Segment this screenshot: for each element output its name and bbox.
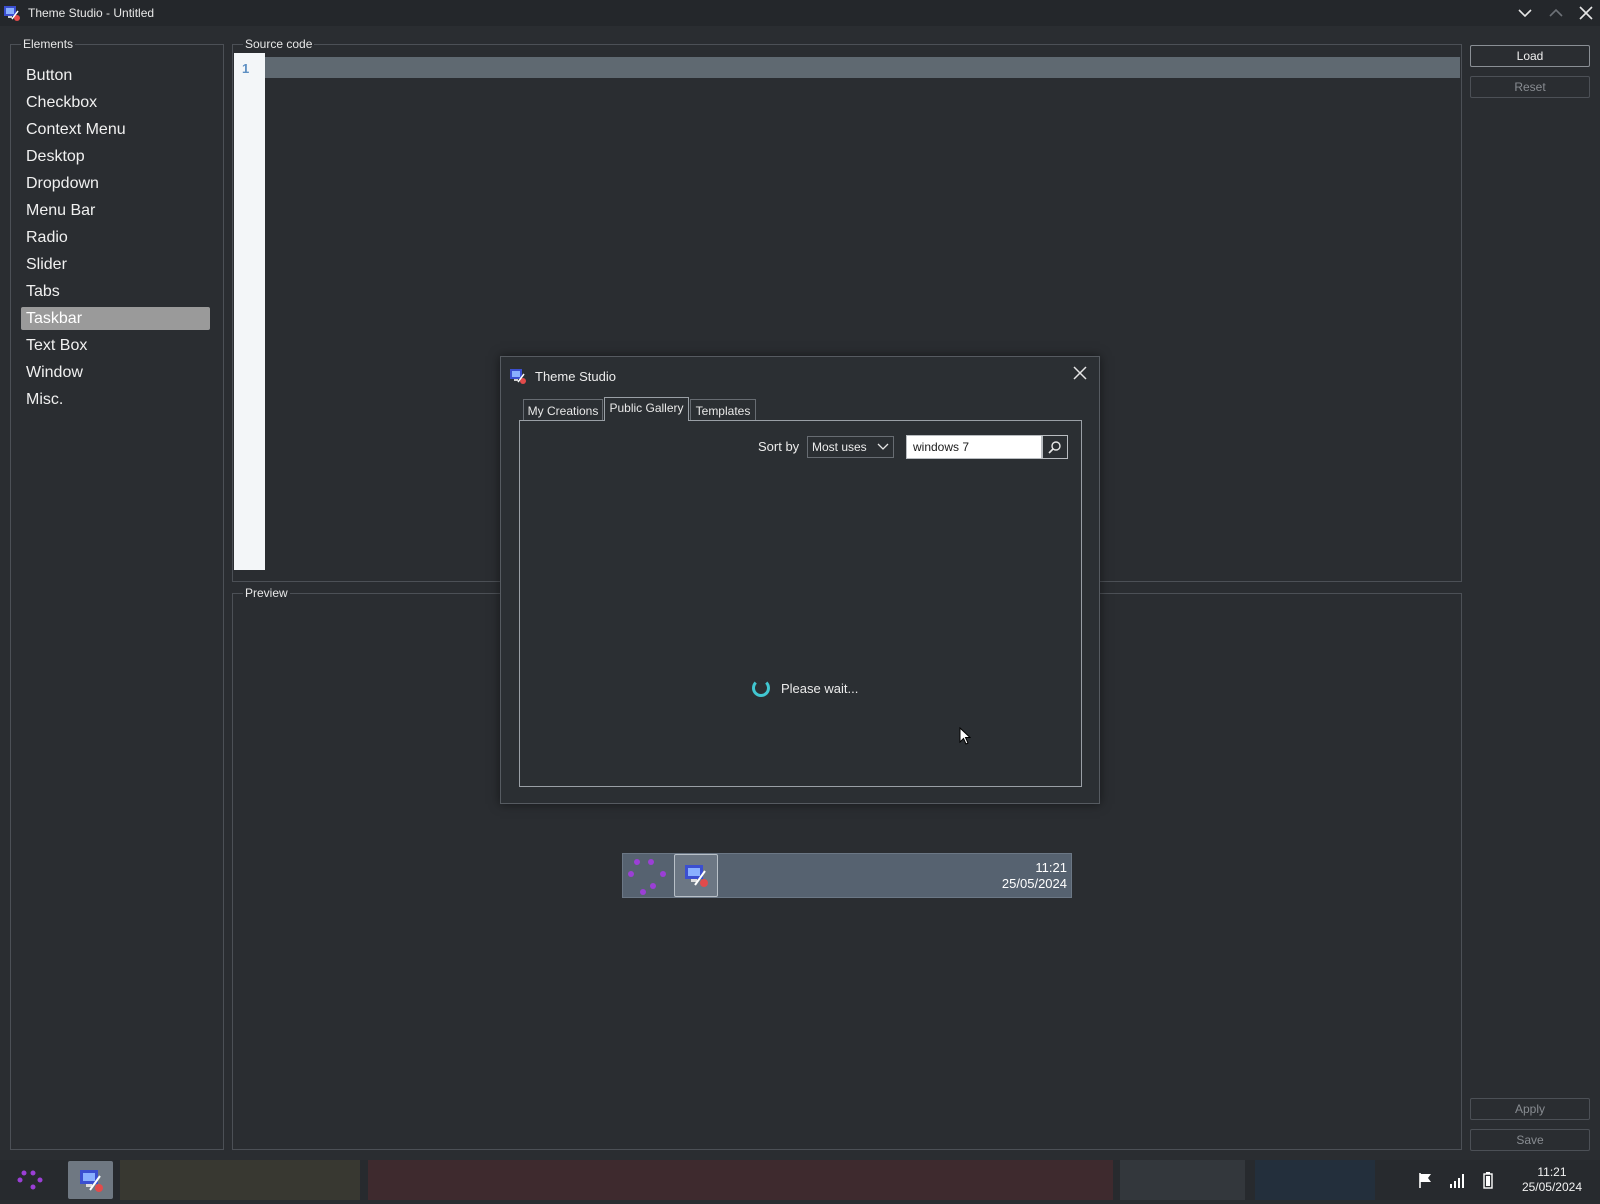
- system-date: 25/05/2024: [1521, 1180, 1582, 1194]
- signal-icon[interactable]: [1449, 1171, 1467, 1189]
- close-icon: [1579, 6, 1593, 20]
- sort-by-label: Sort by: [758, 439, 800, 454]
- app-icon: [510, 369, 526, 384]
- element-item-dropdown[interactable]: Dropdown: [21, 172, 210, 195]
- sort-by-dropdown[interactable]: Most uses: [807, 436, 894, 458]
- elements-panel: Elements Button Checkbox Context Menu De…: [10, 37, 224, 1150]
- preview-taskbar: 11:21 25/05/2024: [622, 853, 1072, 898]
- element-item-slider[interactable]: Slider: [21, 253, 210, 276]
- chevron-down-icon: [1518, 9, 1532, 18]
- system-clock[interactable]: 11:21 25/05/2024: [1522, 1165, 1582, 1195]
- search-icon: [1048, 441, 1061, 454]
- taskbar-background-segment: [120, 1160, 360, 1200]
- loading-status: Please wait...: [781, 681, 859, 696]
- battery-icon[interactable]: [1479, 1171, 1497, 1189]
- preview-time: 11:21: [1035, 860, 1067, 875]
- theme-studio-icon: [80, 1170, 103, 1192]
- tab-templates[interactable]: Templates: [690, 399, 756, 421]
- element-item-button[interactable]: Button: [21, 64, 210, 87]
- close-button[interactable]: [1575, 2, 1597, 24]
- element-item-misc[interactable]: Misc.: [21, 388, 210, 411]
- close-icon: [1073, 366, 1087, 380]
- taskbar-background-segment: [1255, 1160, 1375, 1200]
- preview-app-button: [674, 854, 718, 897]
- mouse-cursor-icon: [959, 727, 971, 745]
- element-item-menu-bar[interactable]: Menu Bar: [21, 199, 210, 222]
- element-item-taskbar[interactable]: Taskbar: [21, 307, 210, 330]
- window-title: Theme Studio - Untitled: [28, 6, 155, 20]
- preview-date: 25/05/2024: [1001, 876, 1067, 891]
- element-item-desktop[interactable]: Desktop: [21, 145, 210, 168]
- maximize-button[interactable]: [1545, 2, 1567, 24]
- code-editor-current-line[interactable]: [265, 57, 1460, 78]
- start-button-icon[interactable]: [16, 1168, 44, 1192]
- element-item-radio[interactable]: Radio: [21, 226, 210, 249]
- line-number-gutter: 1: [234, 53, 265, 570]
- element-item-text-box[interactable]: Text Box: [21, 334, 210, 357]
- save-button[interactable]: Save: [1470, 1129, 1590, 1151]
- apply-button[interactable]: Apply: [1470, 1098, 1590, 1120]
- app-icon: [4, 6, 20, 21]
- system-time: 11:21: [1537, 1165, 1567, 1179]
- flag-icon[interactable]: [1417, 1171, 1435, 1189]
- element-item-context-menu[interactable]: Context Menu: [21, 118, 210, 141]
- elements-panel-label: Elements: [21, 37, 76, 51]
- theme-studio-dialog: Theme Studio My Creations Public Gallery…: [500, 356, 1100, 804]
- system-taskbar: 11:21 25/05/2024: [0, 1160, 1600, 1200]
- line-number: 1: [242, 61, 250, 76]
- search-button[interactable]: [1042, 435, 1068, 459]
- title-bar: Theme Studio - Untitled: [0, 0, 1600, 26]
- element-item-tabs[interactable]: Tabs: [21, 280, 210, 303]
- minimize-button[interactable]: [1514, 2, 1536, 24]
- taskbar-background-segment: [1120, 1160, 1245, 1200]
- public-gallery-panel: Sort by Most uses windows 7 Please wait.…: [519, 420, 1082, 787]
- search-input[interactable]: windows 7: [906, 435, 1042, 459]
- taskbar-background-segment: [368, 1160, 1113, 1200]
- chevron-up-icon: [1549, 8, 1563, 17]
- source-code-label: Source code: [243, 37, 315, 51]
- reset-button[interactable]: Reset: [1470, 76, 1590, 98]
- element-item-window[interactable]: Window: [21, 361, 210, 384]
- dialog-close-button[interactable]: [1069, 362, 1091, 384]
- preview-clock: 11:21 25/05/2024: [1002, 860, 1067, 892]
- load-button[interactable]: Load: [1470, 45, 1590, 67]
- sort-by-value: Most uses: [812, 440, 867, 454]
- chevron-down-icon: [877, 443, 889, 450]
- element-item-checkbox[interactable]: Checkbox: [21, 91, 210, 114]
- tab-public-gallery[interactable]: Public Gallery: [604, 397, 689, 421]
- taskbar-theme-studio-button[interactable]: [68, 1161, 113, 1199]
- tab-my-creations[interactable]: My Creations: [523, 399, 603, 421]
- loading-spinner-icon: [752, 679, 770, 697]
- preview-label: Preview: [243, 586, 290, 600]
- theme-studio-icon: [685, 865, 708, 887]
- start-logo-icon: [628, 859, 666, 895]
- dialog-title: Theme Studio: [535, 369, 616, 384]
